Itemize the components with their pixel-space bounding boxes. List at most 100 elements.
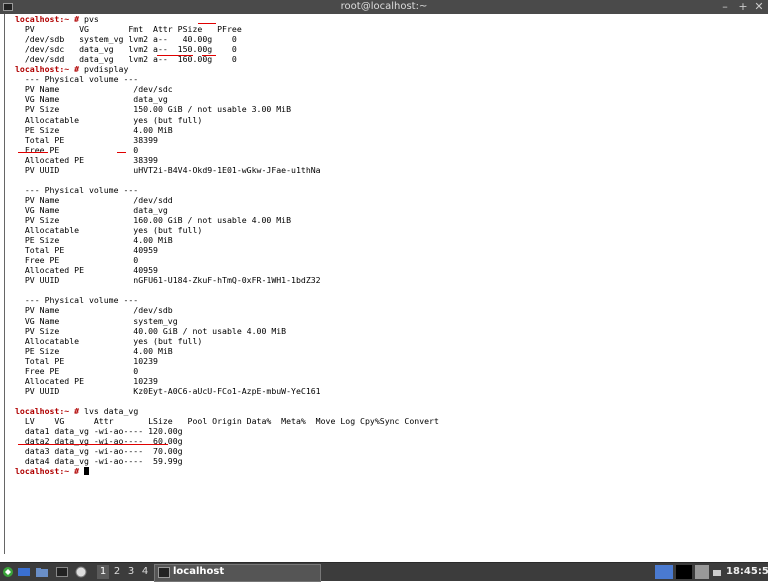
terminal-line: localhost:~ # pvs — [15, 15, 99, 24]
line-text: --- Physical volume --- — [15, 74, 139, 85]
terminal-line: PE Size 4.00 MiB — [15, 124, 173, 135]
terminal-output[interactable]: localhost:~ # pvs PV VG Fmt Attr PSize P… — [4, 14, 765, 554]
line-text: Free PE 0 — [15, 255, 139, 266]
browser-icon[interactable] — [74, 565, 88, 579]
file-manager-icon[interactable] — [35, 565, 49, 579]
line-text: Allocated PE 10239 — [15, 375, 158, 386]
line-text: Total PE 40959 — [15, 245, 158, 256]
line-text: VG Name system_vg — [15, 315, 178, 326]
terminal-line: PV Size 150.00 GiB / not usable 3.00 MiB — [15, 105, 291, 114]
line-text: PV UUID Kz0Eyt-A0C6-aUcU-FCo1-AzpE-mbuW-… — [15, 385, 321, 396]
terminal-line: /dev/sdb system_vg lvm2 a-- 40.00g 0 — [15, 35, 237, 44]
terminal-line: PV Size 40.00 GiB / not usable 4.00 MiB — [15, 326, 286, 336]
network-icon[interactable] — [712, 565, 722, 579]
shell-prompt: localhost:~ # — [15, 466, 80, 477]
line-text: PV UUID nGFU61-U184-ZkuF-hTmQ-0xFR-1WH1-… — [15, 275, 321, 286]
line-text: Free PE 0 — [15, 365, 139, 376]
show-desktop-icon[interactable] — [17, 565, 31, 579]
annotation-underline-free-pe-value — [117, 152, 126, 153]
terminal-line: localhost:~ # — [15, 466, 90, 477]
workspace-2[interactable]: 2 — [111, 565, 123, 579]
maximize-button[interactable]: + — [736, 0, 750, 14]
line-text: PV VG Fmt Attr PSize PFree — [15, 24, 242, 35]
line-text: PV UUID uHVT2i-B4V4-Okd9-1E01-wGkw-JFae-… — [15, 164, 321, 175]
minimize-button[interactable]: – — [718, 0, 732, 14]
annotation-underline-psize — [157, 55, 193, 56]
task-button-localhost[interactable]: localhost — [154, 564, 321, 582]
line-text: Allocatable yes (but full) — [15, 225, 203, 236]
window-titlebar: root@localhost:~ – + ✕ — [0, 0, 768, 14]
window-title: root@localhost:~ — [340, 1, 428, 12]
annotation-underline-free-pe — [18, 152, 48, 153]
line-text: PE Size 4.00 MiB — [15, 124, 173, 135]
annotation-underline-data3 — [18, 444, 168, 445]
line-text: PE Size 4.00 MiB — [15, 235, 173, 246]
close-button[interactable]: ✕ — [752, 0, 766, 14]
text-cursor — [84, 467, 90, 476]
shell-prompt: localhost:~ # — [15, 64, 80, 75]
workspace-4[interactable]: 4 — [139, 565, 151, 579]
terminal-line: PV UUID uHVT2i-B4V4-Okd9-1E01-wGkw-JFae-… — [15, 164, 321, 175]
desktop-pager-3[interactable] — [695, 565, 709, 579]
line-text: data3 data_vg -wi-ao---- 70.00g — [15, 446, 183, 457]
terminal-line: LV VG Attr LSize Pool Origin Data% Meta%… — [15, 417, 439, 426]
line-text: LV VG Attr LSize Pool Origin Data% Meta%… — [15, 416, 439, 426]
desktop-pager-2[interactable] — [676, 565, 692, 579]
terminal-line: Allocatable yes (but full) — [15, 335, 203, 346]
terminal-launcher-icon[interactable] — [55, 565, 69, 579]
terminal-line: data4 data_vg -wi-ao---- 59.99g — [15, 457, 183, 466]
terminal-line: PV VG Fmt Attr PSize PFree — [15, 25, 242, 34]
terminal-line: VG Name data_vg — [15, 204, 168, 215]
line-text: /dev/sdb system_vg lvm2 a-- 40.00g 0 — [15, 34, 237, 45]
terminal-line: Total PE 40959 — [15, 246, 158, 255]
terminal-line: /dev/sdd data_vg lvm2 a-- 160.00g 0 — [15, 55, 237, 64]
workspace-1[interactable]: 1 — [97, 565, 109, 579]
workspace-3[interactable]: 3 — [125, 565, 137, 579]
line-text: PE Size 4.00 MiB — [15, 345, 173, 356]
clock[interactable]: 18:45:53 — [726, 565, 768, 579]
terminal-line: data3 data_vg -wi-ao---- 70.00g — [15, 447, 183, 456]
terminal-line: localhost:~ # pvdisplay — [15, 65, 128, 74]
taskbar: 1234 localhost 18:45:53 — [0, 562, 768, 582]
desktop-pager-1[interactable] — [655, 565, 673, 579]
terminal-line: data1 data_vg -wi-ao---- 120.00g — [15, 427, 183, 436]
line-text: Total PE 38399 — [15, 134, 158, 145]
shell-prompt: localhost:~ # — [15, 405, 80, 416]
line-text: Allocated PE 38399 — [15, 154, 158, 165]
line-text: PV Name /dev/sdc — [15, 84, 173, 95]
line-text: data4 data_vg -wi-ao---- 59.99g — [15, 456, 183, 467]
terminal-line: VG Name data_vg — [15, 95, 168, 104]
line-text: PV Name /dev/sdd — [15, 194, 173, 205]
terminal-line: --- Physical volume --- — [15, 75, 138, 84]
terminal-line: PE Size 4.00 MiB — [15, 345, 173, 356]
line-text: /dev/sdc data_vg lvm2 a-- 150.00g 0 — [15, 44, 237, 55]
line-text: VG Name data_vg — [15, 204, 168, 215]
terminal-line: PV Size 160.00 GiB / not usable 4.00 MiB — [15, 216, 291, 225]
annotation-underline-pfree-zero — [202, 55, 216, 56]
task-label: localhost — [173, 566, 225, 577]
menu-icon[interactable] — [2, 565, 14, 579]
line-text: Allocatable yes (but full) — [15, 114, 203, 125]
line-text: pvs — [79, 14, 99, 24]
line-text: Free PE 0 — [15, 144, 139, 155]
terminal-line: PV UUID Kz0Eyt-A0C6-aUcU-FCo1-AzpE-mbuW-… — [15, 385, 321, 396]
terminal-line: PV UUID nGFU61-U184-ZkuF-hTmQ-0xFR-1WH1-… — [15, 276, 321, 285]
line-text: pvdisplay — [79, 64, 129, 75]
terminal-line: PV Name /dev/sdc — [15, 85, 173, 94]
terminal-line: Free PE 0 — [15, 144, 139, 155]
terminal-line: Allocated PE 40959 — [15, 266, 158, 275]
line-text: data1 data_vg -wi-ao---- 120.00g — [15, 426, 183, 437]
terminal-line: PV Name /dev/sdb — [15, 306, 173, 315]
line-text: PV Size 150.00 GiB / not usable 3.00 MiB — [15, 104, 292, 115]
terminal-line: /dev/sdc data_vg lvm2 a-- 150.00g 0 — [15, 45, 237, 54]
line-text: PV Size 160.00 GiB / not usable 4.00 MiB — [15, 215, 292, 225]
terminal-line: localhost:~ # lvs data_vg — [15, 405, 138, 416]
terminal-line: Allocatable yes (but full) — [15, 226, 202, 235]
terminal-line: --- Physical volume --- — [15, 185, 138, 195]
line-text: Allocatable yes (but full) — [15, 335, 203, 346]
line-text: Allocated PE 40959 — [15, 265, 158, 276]
terminal-line: Total PE 10239 — [15, 355, 158, 366]
line-text: Total PE 10239 — [15, 355, 158, 366]
shell-prompt: localhost:~ # — [15, 14, 80, 24]
terminal-line: Total PE 38399 — [15, 134, 158, 145]
